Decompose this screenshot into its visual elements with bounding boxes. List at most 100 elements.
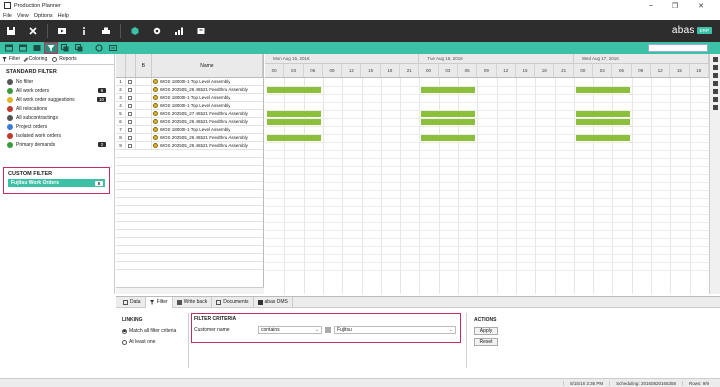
paste-button[interactable] xyxy=(73,43,85,53)
linking-heading: LINKING xyxy=(122,317,143,323)
row-flag-cell xyxy=(136,141,152,150)
copy-button[interactable] xyxy=(59,43,71,53)
tab-data[interactable]: Data xyxy=(119,296,146,308)
rail-scroll-up-icon[interactable] xyxy=(712,57,718,62)
gantt-bar[interactable] xyxy=(266,135,321,141)
radio-match-all[interactable]: Match all filter criteria xyxy=(122,328,176,334)
gantt-day-label: Tue Aug 16, 2016 xyxy=(419,54,574,63)
maximize-button[interactable]: ❐ xyxy=(664,0,686,11)
tab-documents[interactable]: Documents xyxy=(212,296,254,308)
grid-header: B Name xyxy=(116,54,263,78)
close-button[interactable] xyxy=(22,20,44,42)
name-column-header[interactable]: Name xyxy=(152,54,263,77)
empty-row xyxy=(116,166,263,174)
archive-button[interactable] xyxy=(190,20,212,42)
gantt-bar[interactable] xyxy=(575,135,630,141)
gantt-bar[interactable] xyxy=(575,87,630,93)
rail-zoom-out-icon[interactable] xyxy=(712,73,718,78)
standard-filter-item[interactable]: All work orders 6 xyxy=(0,86,114,95)
row-number: 2 xyxy=(116,85,126,94)
standard-filter-item[interactable]: Project orders xyxy=(0,122,114,131)
row-name: WOS 18000I-1 Top Level Assembly xyxy=(159,127,231,132)
custom-filter-item-fujitsu[interactable]: Fujitsu Work Orders 5 xyxy=(8,179,105,187)
menu-help[interactable]: Help xyxy=(58,13,69,19)
row-name: WOS 202505_26 46521 Feedthru Assembly xyxy=(159,135,248,140)
quick-search-input[interactable] xyxy=(648,44,708,52)
gantt-bar[interactable] xyxy=(575,119,630,125)
row-name: WOS 18000I-1 Top Level Assembly xyxy=(159,103,231,108)
gantt-row-line xyxy=(265,270,709,271)
logo-text: abas xyxy=(671,25,695,36)
gantt-bar[interactable] xyxy=(266,111,321,117)
filter-toggle-button[interactable] xyxy=(44,42,58,54)
standard-filter-item[interactable]: All subcontractings xyxy=(0,113,114,122)
refresh-button[interactable] xyxy=(93,43,105,53)
rail-filter-icon[interactable] xyxy=(712,89,718,94)
radio-at-least-one[interactable]: At least one xyxy=(122,339,155,345)
tab-abas-dms[interactable]: abas DMS xyxy=(254,296,293,308)
standard-filter-item[interactable]: Isolated work orders xyxy=(0,131,114,140)
window-title: Production Planner xyxy=(14,2,61,9)
tab-reports[interactable]: Reports xyxy=(52,56,77,62)
menu-options[interactable]: Options xyxy=(34,13,53,19)
gantt-bar[interactable] xyxy=(266,87,321,93)
rail-zoom-in-icon[interactable] xyxy=(712,65,718,70)
operator-select[interactable]: contains ⌄ xyxy=(258,326,322,334)
table-row[interactable]: 9 WOS 202505_25 46521 Feedthru Assembly xyxy=(116,141,263,150)
standard-filter-item[interactable]: All work order suggestions 10 xyxy=(0,95,114,104)
menu-file[interactable]: File xyxy=(3,13,12,19)
standard-filter-item[interactable]: No filter xyxy=(0,77,114,86)
gantt-bar[interactable] xyxy=(266,119,321,125)
gantt-bar[interactable] xyxy=(575,111,630,117)
gantt-bar[interactable] xyxy=(421,87,476,93)
gantt-row-line xyxy=(265,206,709,207)
gantt-bar[interactable] xyxy=(421,119,476,125)
tab-write-back[interactable]: Write back xyxy=(173,296,213,308)
gantt-bar[interactable] xyxy=(421,135,476,141)
run-button[interactable] xyxy=(51,20,73,42)
row-number: 6 xyxy=(116,117,126,126)
menu-view[interactable]: View xyxy=(17,13,29,19)
statistics-button[interactable] xyxy=(168,20,190,42)
criteria-value-input[interactable]: Fujitsu ⌄ xyxy=(334,326,456,334)
tab-filter-detail[interactable]: Filter xyxy=(145,296,173,308)
overview-button[interactable] xyxy=(124,20,146,42)
close-window-button[interactable]: ✕ xyxy=(690,0,712,11)
layout-left-button[interactable] xyxy=(3,43,15,53)
icon-column-header xyxy=(126,54,136,77)
gantt-row-line xyxy=(265,262,709,263)
info-button[interactable] xyxy=(73,20,95,42)
tab-coloring[interactable]: Coloring xyxy=(23,56,47,62)
row-select-icon xyxy=(126,117,136,126)
sync-button[interactable] xyxy=(107,43,119,53)
filter-item-label: Project orders xyxy=(16,123,48,130)
filter-item-label: All subcontractings xyxy=(16,114,58,121)
gantt-hour-label: 18 xyxy=(381,64,401,77)
gantt-chart: Mon Aug 15, 2016 Tue Aug 16, 2016 Wed Aug … xyxy=(265,54,709,294)
tab-filter[interactable]: Filter xyxy=(2,56,20,62)
apply-button[interactable]: Apply xyxy=(474,327,498,335)
print-icon xyxy=(102,27,110,34)
rail-fit-icon[interactable] xyxy=(712,81,718,86)
settings-button[interactable] xyxy=(146,20,168,42)
minimize-button[interactable]: – xyxy=(640,0,662,11)
layout-grid-button[interactable] xyxy=(31,43,43,53)
reset-button[interactable]: Reset xyxy=(474,338,498,346)
flag-column-header[interactable]: B xyxy=(136,54,152,77)
row-number: 7 xyxy=(116,125,126,134)
gantt-hour-label: 06 xyxy=(458,64,478,77)
print-button[interactable] xyxy=(95,20,117,42)
filter-type-icon xyxy=(7,105,13,112)
rail-scroll-down-icon[interactable] xyxy=(712,105,718,110)
save-button[interactable] xyxy=(0,20,22,42)
gantt-bar[interactable] xyxy=(421,111,476,117)
funnel-icon xyxy=(2,56,7,62)
chevron-down-icon: ⌄ xyxy=(314,327,319,333)
gantt-day-label: Mon Aug 15, 2016 xyxy=(265,54,420,63)
standard-filter-item[interactable]: Primary demands 2 xyxy=(0,140,114,149)
grid-horizontal-scrollbar[interactable] xyxy=(116,287,264,294)
standard-filter-item[interactable]: All relocations xyxy=(0,104,114,113)
layout-right-button[interactable] xyxy=(17,43,29,53)
rail-calendar-icon[interactable] xyxy=(712,97,718,102)
work-order-icon xyxy=(152,127,158,132)
